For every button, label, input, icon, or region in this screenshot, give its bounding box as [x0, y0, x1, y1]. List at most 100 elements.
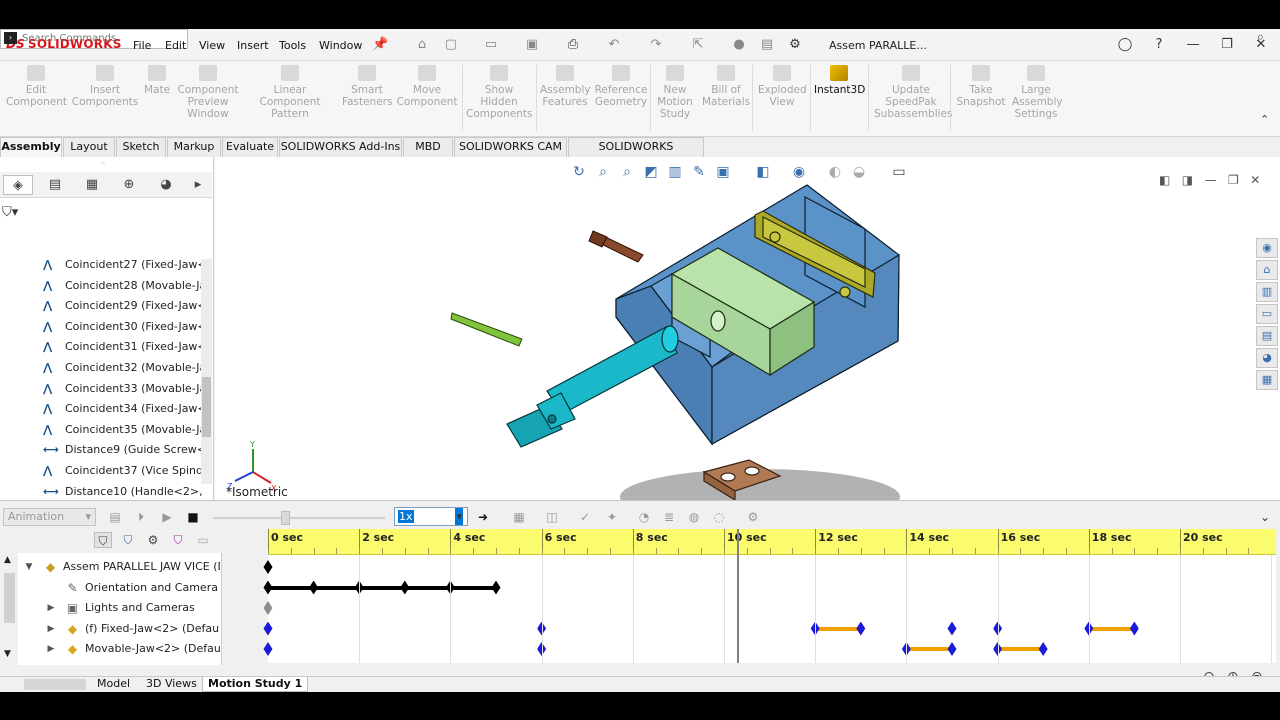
tree-item-mate[interactable]: ⟷ Distance10 (Handle<2>,Vic [43, 482, 203, 502]
key-point[interactable] [947, 642, 957, 656]
study-type-select[interactable]: Animation ▾ [3, 508, 96, 526]
vice-spindle[interactable] [506, 325, 679, 448]
command-mate[interactable]: Mate [142, 65, 172, 96]
rebuild-icon[interactable]: ● [731, 37, 747, 53]
calculate-icon[interactable]: ▤ [106, 509, 124, 525]
graphics-area[interactable]: ↻ ⌕ ⌕ ◩ ▥ ✎ ▣ ◧ ◉ ◐ ◒ ▭ ◧ ◨ — ❐ ✕ Y X Z … [215, 157, 1280, 500]
playback-slider[interactable] [213, 511, 385, 525]
tab-navigation-arrows[interactable] [24, 679, 86, 690]
tree-item-mate[interactable]: ⋀ Coincident34 (Fixed-Jaw<2 [43, 399, 203, 419]
scroll-thumb[interactable] [202, 377, 211, 437]
tab-sketch[interactable]: Sketch [116, 137, 166, 157]
design-library-icon[interactable]: ▥ [1256, 282, 1278, 302]
add-key-icon[interactable]: ✦ [603, 509, 621, 525]
filter-selected-icon[interactable]: ⚙ [144, 532, 162, 548]
expand-arrow-icon[interactable]: ▶ [46, 639, 56, 659]
bottom-tab-motion-study-1[interactable]: Motion Study 1 [202, 677, 309, 692]
playback-mode-icon[interactable]: ➜ [474, 509, 492, 525]
time-bar[interactable] [736, 529, 739, 663]
file-properties-icon[interactable]: ▤ [759, 37, 775, 53]
command-bill-of-materials[interactable]: Bill of Materials [702, 65, 750, 108]
options-gear-icon[interactable]: ⚙ [787, 37, 803, 53]
command-large-assembly-settings[interactable]: Large Assembly Settings [1012, 65, 1063, 120]
vice-assembly-model[interactable]: Y X Z [215, 157, 1280, 500]
key-interval-bar[interactable] [997, 647, 1044, 651]
filter-animated-icon[interactable]: ⛉ [94, 532, 112, 548]
play-from-start-icon[interactable]: ⏵ [132, 509, 150, 525]
tree-item-mate[interactable]: ⋀ Coincident28 (Movable-Jav [43, 276, 203, 296]
user-account-icon[interactable]: ◯ [1114, 35, 1136, 55]
playback-speed-select[interactable]: 1x ▾ [394, 507, 468, 526]
bottom-tab-3d-views[interactable]: 3D Views [141, 677, 202, 692]
key-point[interactable] [947, 621, 957, 636]
command-reference-geometry[interactable]: Reference Geometry [594, 65, 648, 108]
animation-wizard-icon[interactable]: ◫ [543, 509, 561, 525]
pin-icon[interactable]: 📌 [372, 37, 388, 53]
command-edit-component[interactable]: Edit Component [6, 65, 67, 108]
autofit-icon[interactable]: ▭ [194, 532, 212, 548]
handle-pin[interactable] [450, 312, 523, 347]
key-point[interactable] [263, 642, 273, 656]
scroll-thumb[interactable] [4, 573, 15, 623]
motion-tree-row[interactable]: ✎ Orientation and Camera Vi [0, 578, 220, 598]
undo-icon[interactable]: ↶ [606, 37, 622, 53]
tree-item-mate[interactable]: ⋀ Coincident29 (Fixed-Jaw<2 [43, 296, 203, 316]
dimxpert-tab-icon[interactable]: ⊕ [114, 175, 144, 195]
command-insert-components[interactable]: Insert Components [70, 65, 140, 108]
new-document-icon[interactable]: ▢ [443, 37, 459, 53]
command-linear-component-pattern[interactable]: Linear Component Pattern [244, 65, 336, 120]
key-interval-bar[interactable] [1088, 626, 1135, 631]
menu-insert[interactable]: Insert [237, 39, 269, 52]
tree-item-mate[interactable]: ⋀ Coincident30 (Fixed-Jaw<2 [43, 317, 203, 337]
configuration-manager-tab-icon[interactable]: ▦ [77, 175, 107, 195]
key-point[interactable] [309, 580, 319, 595]
custom-properties-icon[interactable]: ▦ [1256, 370, 1278, 390]
filter-driving-icon[interactable]: ⛉ [119, 532, 137, 548]
key-point[interactable] [1129, 621, 1139, 636]
command-show-hidden-components[interactable]: Show Hidden Components [466, 65, 532, 120]
tree-item-mate[interactable]: ⋀ Coincident32 (Movable-Jav [43, 358, 203, 378]
panel-grip-icon[interactable]: ◦ [101, 159, 106, 168]
command-new-motion-study[interactable]: New Motion Study [654, 65, 696, 120]
tab-solidworks-cam[interactable]: SOLIDWORKS CAM [454, 137, 567, 157]
menu-view[interactable]: View [199, 39, 225, 52]
autokey-icon[interactable]: ✓ [576, 509, 594, 525]
motor-icon[interactable]: ◔ [635, 509, 653, 525]
tree-item-mate[interactable]: ⋀ Coincident35 (Movable-Jav [43, 420, 203, 440]
restore-button[interactable]: ❐ [1216, 35, 1238, 55]
appearances-icon[interactable]: ◕ [1256, 348, 1278, 368]
help-icon[interactable]: ? [1148, 35, 1170, 55]
print-icon[interactable]: ⎙ [565, 37, 581, 53]
tree-item-mate[interactable]: ⟷ Distance9 (Guide Screw<2> [43, 440, 203, 460]
key-interval-bar[interactable] [815, 626, 861, 631]
command-take-snapshot[interactable]: Take Snapshot [956, 65, 1006, 108]
select-icon[interactable]: ⇱ [690, 37, 706, 53]
gravity-icon[interactable]: ◌ [710, 509, 728, 525]
tree-item-mate[interactable]: ⋀ Coincident33 (Movable-Jav [43, 379, 203, 399]
motion-tree-row[interactable]: ▶ ◆ (f) Fixed-Jaw<2> (Default) [0, 619, 220, 639]
property-manager-tab-icon[interactable]: ▤ [40, 175, 70, 195]
minimize-button[interactable]: — [1182, 35, 1204, 55]
key-point[interactable] [856, 621, 866, 636]
key-point[interactable] [400, 580, 410, 595]
slider-knob[interactable] [281, 511, 290, 525]
save-animation-icon[interactable]: ▦ [510, 509, 528, 525]
stop-icon[interactable]: ■ [184, 509, 202, 525]
key-point[interactable] [491, 580, 501, 595]
command-update-speedpak-subassemblies[interactable]: Update SpeedPak Subassemblies [874, 65, 952, 120]
tab-solidworks-add-ins[interactable]: SOLIDWORKS Add-Ins [279, 137, 402, 157]
open-icon[interactable]: ▭ [483, 37, 499, 53]
view-palette-icon[interactable]: ▤ [1256, 326, 1278, 346]
key-point[interactable] [263, 560, 273, 574]
redo-icon[interactable]: ↷ [648, 37, 664, 53]
tree-item-mate[interactable]: ⋀ Coincident27 (Fixed-Jaw<2 [43, 255, 203, 275]
tab-mbd[interactable]: MBD [403, 137, 453, 157]
contact-icon[interactable]: ◍ [685, 509, 703, 525]
tab-assembly[interactable]: Assembly [0, 137, 62, 157]
command-exploded-view[interactable]: Exploded View [758, 65, 807, 108]
display-manager-tab-icon[interactable]: ◕ [151, 175, 181, 195]
motion-tree-row[interactable]: ▼ ◆ Assem PARALLEL JAW VICE (De [0, 557, 220, 577]
key-point[interactable] [263, 580, 273, 595]
filter-results-icon[interactable]: ⛉ [169, 532, 187, 548]
tab-solidworks-inspection[interactable]: SOLIDWORKS Inspection [568, 137, 704, 171]
